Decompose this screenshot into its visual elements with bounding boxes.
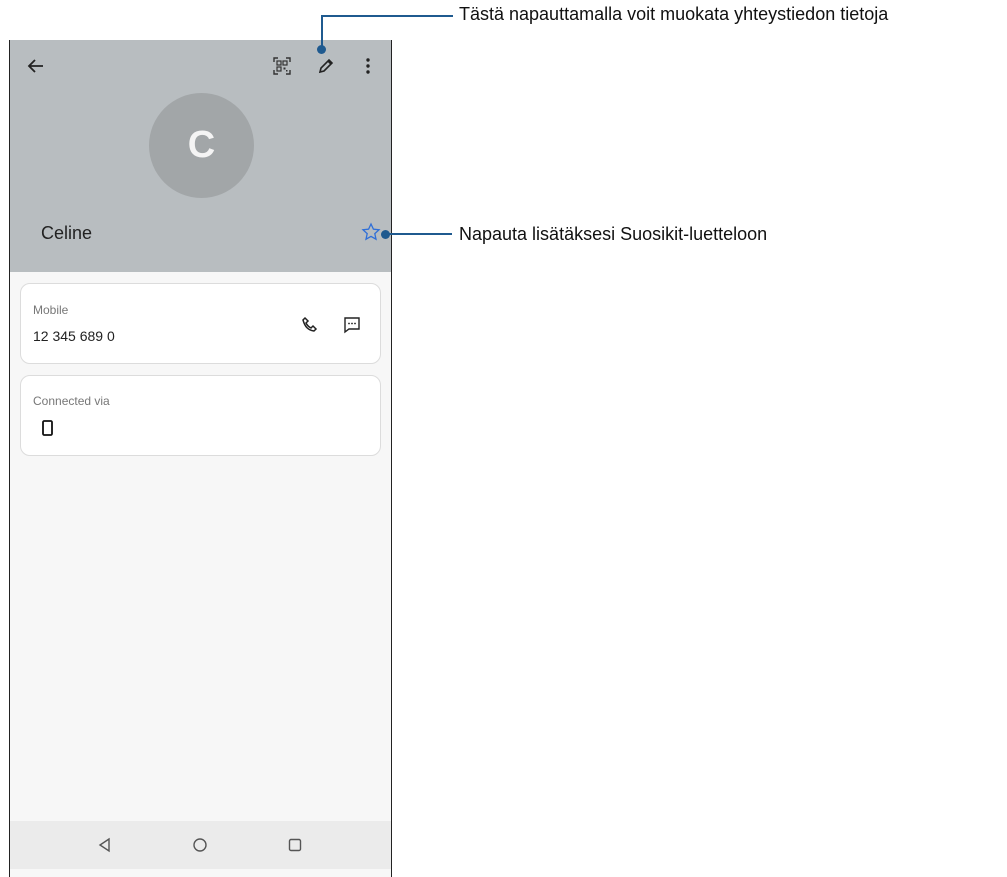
edit-callout-vertical-line: [321, 16, 323, 48]
back-triangle-icon[interactable]: [89, 829, 121, 861]
connected-via-label: Connected via: [33, 394, 110, 408]
back-arrow-icon[interactable]: [20, 50, 52, 82]
more-vert-icon[interactable]: [352, 50, 384, 82]
contact-avatar: C: [149, 93, 254, 198]
message-icon[interactable]: [336, 309, 368, 341]
favorite-callout-text: Napauta lisätäksesi Suosikit-luetteloon: [459, 224, 768, 244]
system-navigation-bar: [10, 821, 391, 869]
favorite-callout-line: [385, 233, 452, 235]
contact-name: Celine: [41, 223, 93, 243]
edit-callout-text: Tästä napauttamalla voit muokata yhteyst…: [459, 4, 889, 24]
edit-callout-horizontal-line: [321, 15, 453, 17]
phone-screen: C Celine Mobile 12 345 689 0 Connected v…: [9, 40, 392, 877]
mobile-number-card[interactable]: Mobile 12 345 689 0: [20, 283, 381, 364]
edit-pencil-icon[interactable]: [310, 50, 342, 82]
qr-code-icon[interactable]: [266, 50, 298, 82]
recents-square-icon[interactable]: [279, 829, 311, 861]
mobile-label: Mobile: [33, 303, 69, 317]
device-icon[interactable]: [31, 412, 63, 444]
contact-header: C Celine: [10, 40, 391, 272]
home-circle-icon[interactable]: [184, 829, 216, 861]
connected-via-card: Connected via: [20, 375, 381, 456]
mobile-number[interactable]: 12 345 689 0: [33, 328, 115, 344]
phone-icon[interactable]: [294, 309, 326, 341]
avatar-initial: C: [187, 124, 216, 166]
